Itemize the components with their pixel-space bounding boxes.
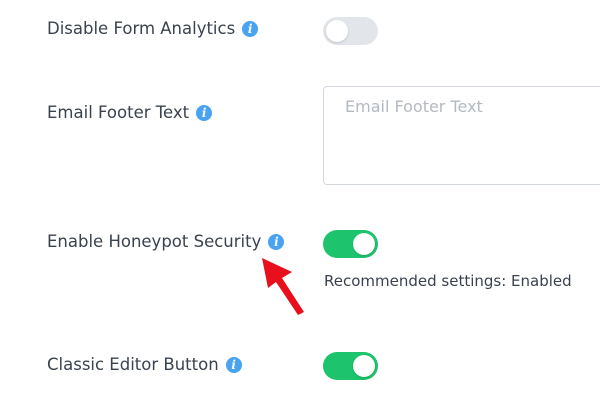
enable-honeypot-security-label: Enable Honeypot Security i xyxy=(47,232,285,251)
info-icon[interactable]: i xyxy=(196,104,213,121)
honeypot-recommended-text: Recommended settings: Enabled xyxy=(324,272,572,290)
email-footer-text-input[interactable] xyxy=(323,86,600,185)
toggle-knob xyxy=(353,355,375,377)
toggle-knob xyxy=(326,20,348,42)
classic-editor-button-label: Classic Editor Button i xyxy=(47,355,242,374)
disable-form-analytics-text: Disable Form Analytics xyxy=(47,19,236,38)
info-icon[interactable]: i xyxy=(242,20,259,37)
disable-form-analytics-toggle[interactable] xyxy=(323,17,378,45)
disable-form-analytics-label: Disable Form Analytics i xyxy=(47,19,259,38)
enable-honeypot-security-text: Enable Honeypot Security xyxy=(47,232,262,251)
enable-honeypot-security-toggle[interactable] xyxy=(323,230,378,258)
classic-editor-button-toggle[interactable] xyxy=(323,352,378,380)
classic-editor-button-text: Classic Editor Button xyxy=(47,355,219,374)
toggle-knob xyxy=(353,233,375,255)
info-icon[interactable]: i xyxy=(225,356,242,373)
settings-page: Disable Form Analytics i Email Footer Te… xyxy=(0,0,600,400)
info-icon[interactable]: i xyxy=(268,233,285,250)
red-arrow-icon xyxy=(262,258,304,315)
email-footer-text-text: Email Footer Text xyxy=(47,103,190,122)
email-footer-text-label: Email Footer Text i xyxy=(47,103,213,122)
